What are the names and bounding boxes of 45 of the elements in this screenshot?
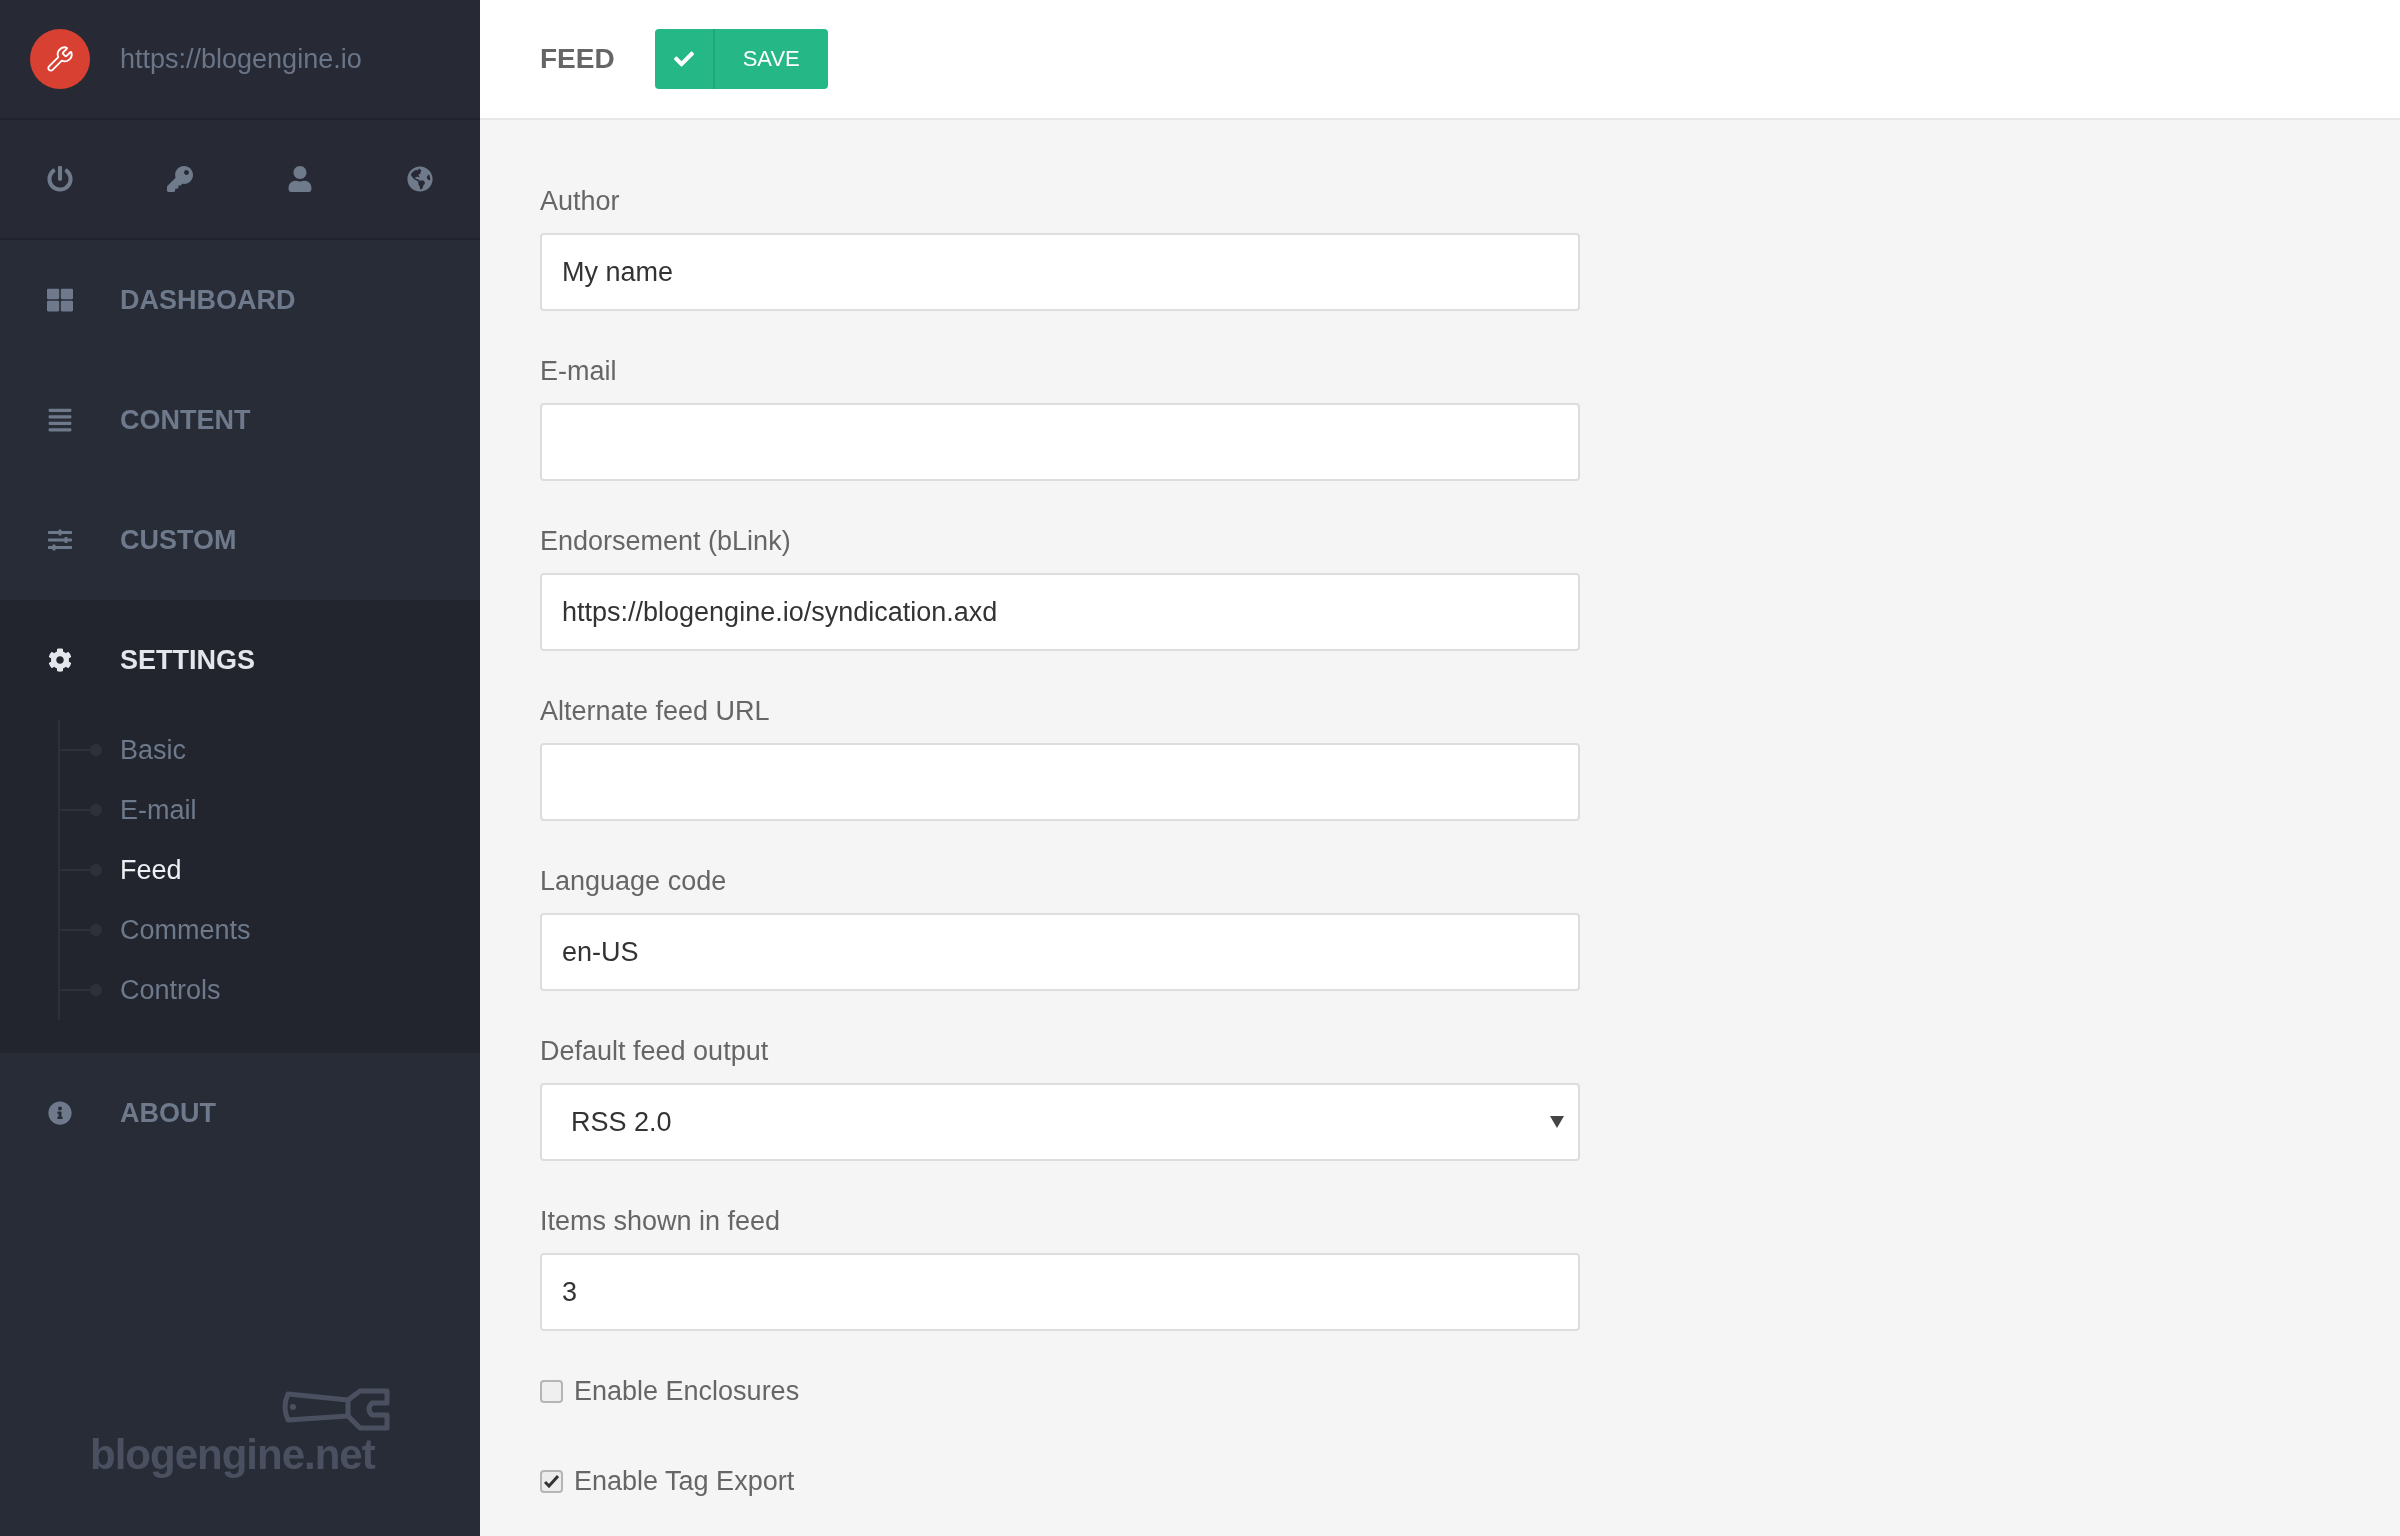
check-icon: [544, 1474, 559, 1488]
input-field[interactable]: My name: [540, 233, 1580, 311]
nav-item[interactable]: CONTENT: [0, 360, 480, 480]
input-field[interactable]: [540, 743, 1580, 821]
save-button[interactable]: SAVE: [654, 29, 828, 89]
wrench-icon: [280, 1388, 390, 1432]
list-icon: [47, 407, 73, 433]
checkbox-label: Enable Tag Export: [574, 1465, 795, 1497]
user-icon[interactable]: [287, 166, 313, 192]
input-field[interactable]: en-US: [540, 913, 1580, 991]
dropdown[interactable]: RSS 2.0: [540, 1083, 1580, 1161]
caret-icon: [1550, 1116, 1564, 1128]
field-label: Default feed output: [540, 1035, 769, 1068]
key-icon[interactable]: [167, 166, 193, 192]
nav-item[interactable]: ABOUT: [0, 1053, 480, 1173]
nav-item[interactable]: CUSTOM: [0, 480, 480, 600]
settings-icon: [48, 648, 72, 672]
globe-icon[interactable]: [407, 166, 433, 192]
checkbox[interactable]: [540, 1469, 563, 1493]
field-label: Author: [540, 185, 620, 218]
field-label: E-mail: [540, 355, 617, 388]
page-title: FEED: [540, 43, 615, 75]
input-field[interactable]: 3: [540, 1253, 1580, 1331]
field-label: Endorsement (bLink): [540, 525, 791, 558]
submenu-item[interactable]: Controls: [120, 974, 221, 1006]
field-label: Alternate feed URL: [540, 695, 770, 728]
nav-item[interactable]: DASHBOARD: [0, 240, 480, 360]
wrench-icon[interactable]: [30, 29, 90, 89]
info-icon: [48, 1101, 72, 1125]
site-link[interactable]: https://blogengine.io: [120, 43, 362, 75]
field-label: Items shown in feed: [540, 1205, 781, 1238]
submenu-item[interactable]: Comments: [120, 914, 251, 946]
power-icon[interactable]: [47, 166, 73, 192]
grid-icon: [47, 287, 73, 313]
sliders-icon: [48, 528, 72, 552]
input-field[interactable]: https://blogengine.io/syndication.axd: [540, 573, 1580, 651]
check-icon: [673, 49, 694, 69]
field-label: Language code: [540, 865, 727, 898]
nav-item[interactable]: SETTINGS: [0, 600, 480, 720]
input-field[interactable]: [540, 403, 1580, 481]
checkbox[interactable]: [540, 1379, 563, 1403]
submenu-item[interactable]: Feed: [120, 854, 182, 886]
checkbox-label: Enable Enclosures: [574, 1375, 800, 1407]
submenu-item[interactable]: Basic: [120, 734, 187, 766]
submenu-item[interactable]: E-mail: [120, 794, 197, 826]
